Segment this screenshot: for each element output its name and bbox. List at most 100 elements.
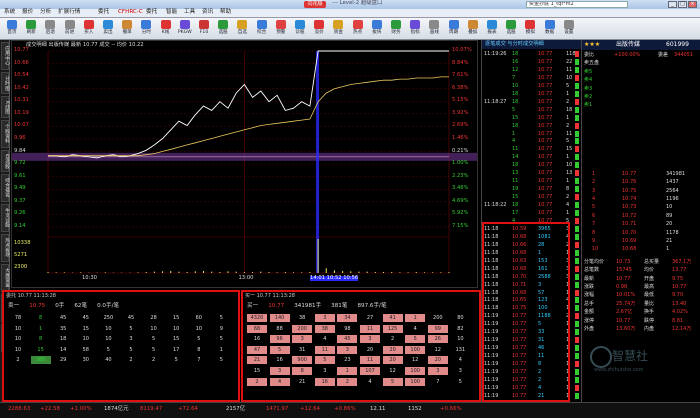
trade-cell: 8 (566, 186, 570, 193)
trade-cell: 4 (512, 138, 516, 145)
sidebar-tab[interactable]: 个股资料 (1, 120, 9, 148)
queue-cell: 12 (434, 346, 441, 353)
summary-value: 0.0手/笔 (97, 303, 120, 309)
toolbar-button[interactable]: F10 (195, 20, 213, 38)
buy-level-row: 10 10.68 1 (582, 245, 700, 253)
toolbar-button[interactable]: 撤单 (118, 20, 136, 38)
toolbar-button[interactable]: 资金 (329, 20, 347, 38)
queue-cell: 20 (382, 345, 403, 354)
price-tick-label: 10.31 (14, 97, 29, 104)
close-button[interactable]: × (688, 1, 697, 8)
toolbar-button[interactable]: 指标 (406, 20, 424, 38)
toolbar-icon (506, 20, 517, 29)
toolbar-button[interactable]: 数据 (541, 20, 559, 38)
trade-cell: 15 (566, 146, 573, 153)
trade-flag-icon (575, 186, 579, 193)
price-tick-label: 10.66 (14, 59, 29, 66)
menu-item[interactable]: 委托 (98, 9, 109, 16)
trade-flag-icon (575, 154, 579, 161)
toolbar-button[interactable]: 模拟 (521, 20, 539, 38)
search-input[interactable]: 资金抄底 1_tqf*m2 (526, 1, 628, 8)
sidebar-tab[interactable]: 应用中心 (1, 42, 9, 70)
menu-bar: 系统 报价 分析 扩展行情 委托 CFHRC-C 委托 智能 工具 资讯 帮助 (0, 9, 700, 18)
sidebar-tab[interactable]: K线图 (1, 96, 9, 118)
toolbar-button[interactable]: 买入 (80, 20, 98, 38)
sidebar-tab[interactable]: 综合排名 (1, 174, 9, 202)
buy-level-row: 4 10.74 1196 (582, 195, 700, 203)
toolbar-button[interactable]: 设置 (560, 20, 578, 38)
trade-cell: 10.77 (538, 90, 553, 97)
menu-item[interactable]: 智能 (166, 9, 177, 16)
toolbar-button[interactable]: 刷新 (22, 20, 40, 38)
toolbar-button[interactable]: 叠加 (464, 20, 482, 38)
toolbar-icon (467, 20, 478, 29)
trade-row: 12 10.77 11 (482, 66, 581, 74)
toolbar-button[interactable]: 财务 (387, 20, 405, 38)
trade-cell: 10.77 (538, 202, 553, 209)
buy-level-row: 7 10.71 20 (582, 220, 700, 228)
toolbar-icon (448, 20, 459, 29)
quote-field: 10.76 (622, 179, 637, 186)
toolbar-button[interactable]: 卖出 (99, 20, 117, 38)
minimize-button[interactable]: _ (668, 1, 677, 8)
menu-item[interactable]: 资讯 (202, 9, 213, 16)
sidebar-tab[interactable]: 热点板块 (1, 234, 9, 262)
toolbar-button[interactable]: 竞价 (310, 20, 328, 38)
toolbar-button[interactable]: 自选 (233, 20, 251, 38)
queue-cell: 100 (405, 345, 426, 354)
menu-item[interactable]: 工具 (184, 9, 195, 16)
menu-item[interactable]: 扩展行情 (58, 9, 80, 16)
toolbar-label: 周期 (448, 30, 459, 35)
toolbar-button[interactable]: 选股 (214, 20, 232, 38)
summary-value: 62笔 (74, 303, 88, 309)
sidebar-tab[interactable]: 自选股 (1, 150, 9, 172)
quote-field: 10.69 (622, 238, 637, 244)
toolbar-button[interactable]: 选股 (502, 20, 520, 38)
menu-item[interactable]: 帮助 (220, 9, 231, 16)
toolbar-button[interactable]: 综合 (253, 20, 271, 38)
sell-header-row: 卖五盘 (582, 59, 700, 67)
toolbar-button[interactable]: 首页 (3, 20, 21, 38)
menu-item[interactable]: 报价 (22, 9, 33, 16)
toolbar-icon (179, 20, 190, 29)
menu-item[interactable]: CFHRC-C (118, 9, 143, 16)
toolbar-button[interactable]: 画线 (425, 20, 443, 38)
trade-flag-icon (575, 170, 579, 177)
maximize-button[interactable]: □ (678, 1, 687, 8)
toolbar-button[interactable]: 诊股 (291, 20, 309, 38)
status-value: +0.66% (440, 406, 462, 412)
price-tick-label: 9.96 (14, 135, 26, 141)
intraday-chart[interactable]: 成交明细 出版传媒 最新 10.77 成交 -- 均价 10.22 10.77 1… (11, 40, 478, 288)
sidebar-tab[interactable]: 分时图 (1, 72, 9, 94)
toolbar-button[interactable]: 后退 (41, 20, 59, 38)
queue-cell: 5 (129, 325, 133, 332)
toolbar-button[interactable]: 热点 (349, 20, 367, 38)
queue-cell: 15 (173, 315, 180, 321)
queue-cell: 4 (269, 377, 290, 386)
toolbar-button[interactable]: 前进 (61, 20, 79, 38)
trade-cell: 18 (512, 122, 519, 129)
toolbar-button[interactable]: 报表 (483, 20, 501, 38)
queue-cell: 31 (299, 346, 306, 353)
toolbar-label: 买入 (84, 30, 94, 35)
toolbar-button[interactable]: 预警 (272, 20, 290, 38)
trade-flag-icon (575, 376, 579, 383)
toolbar-button[interactable]: 周期 (445, 20, 463, 38)
sidebar-tab[interactable]: 牛叉诊股 (1, 204, 9, 232)
toolbar-button[interactable]: PKGW (176, 20, 194, 38)
menu-item[interactable]: 委托 (146, 9, 157, 16)
stat-row: 涨跌 0.98 最高 10.77 (582, 283, 700, 291)
toolbar-icon (218, 20, 229, 29)
toolbar-label: 预警 (276, 30, 286, 35)
toolbar-label: 画线 (429, 30, 439, 35)
menu-item[interactable]: 分析 (40, 9, 51, 16)
queue-cell: 5 (152, 336, 156, 343)
toolbar-button[interactable]: 分时 (137, 20, 155, 38)
queue-cell: 100 (405, 367, 426, 375)
sidebar-tab[interactable]: 大盘资金 (1, 264, 9, 292)
toolbar-button[interactable]: 板块 (368, 20, 386, 38)
toolbar-button[interactable]: K线 (157, 20, 175, 38)
queue-cell: 388 (30, 356, 51, 365)
menu-item[interactable]: 系统 (4, 9, 15, 16)
trade-flag-icon (575, 233, 579, 240)
